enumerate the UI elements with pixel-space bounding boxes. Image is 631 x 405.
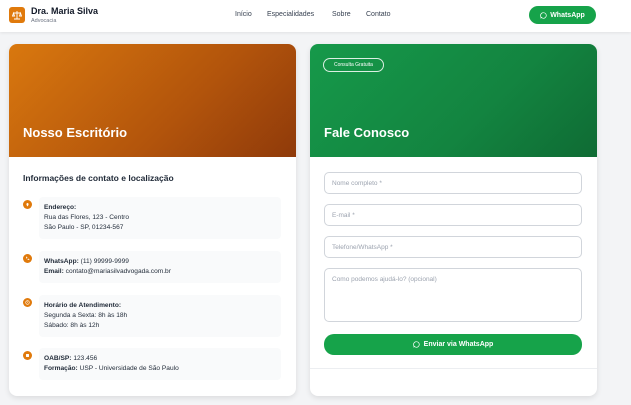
hours-saturday: Sábado: 8h às 12h bbox=[44, 322, 100, 329]
address-line-2: São Paulo - SP, 01234-567 bbox=[44, 224, 124, 231]
hours-weekdays: Segunda a Sexta: 8h às 18h bbox=[44, 312, 128, 319]
oab-number: 123.456 bbox=[73, 355, 98, 362]
whatsapp-label: WhatsApp: bbox=[44, 258, 79, 265]
scale-icon[interactable] bbox=[9, 7, 25, 23]
whatsapp-button-label: WhatsApp bbox=[550, 11, 585, 19]
nav-link-inicio[interactable]: Início bbox=[235, 11, 252, 18]
chat-icon bbox=[540, 11, 547, 19]
whatsapp-button[interactable]: WhatsApp bbox=[529, 6, 596, 24]
email-input[interactable]: E-mail * bbox=[324, 204, 582, 226]
brand-subtitle: Advocacia bbox=[31, 18, 57, 24]
phone-input[interactable]: Telefone/WhatsApp * bbox=[324, 236, 582, 258]
clock-icon bbox=[23, 298, 32, 307]
whatsapp-number[interactable]: (11) 99999-9999 bbox=[81, 258, 129, 265]
badge-icon bbox=[23, 351, 32, 360]
address-box: Endereço: Rua das Flores, 123 - Centro S… bbox=[39, 197, 281, 239]
location-icon bbox=[23, 200, 32, 209]
education-value: USP - Universidade de São Paulo bbox=[79, 365, 179, 372]
send-button-label: Enviar via WhatsApp bbox=[423, 341, 494, 348]
form-divider bbox=[310, 368, 597, 369]
address-line-1: Rua das Flores, 123 - Centro bbox=[44, 214, 130, 221]
contact-box: WhatsApp: (11) 99999-9999 Email: contato… bbox=[39, 251, 281, 283]
nav-link-sobre[interactable]: Sobre bbox=[332, 11, 351, 18]
phone-icon bbox=[23, 254, 32, 263]
chat-icon bbox=[412, 341, 420, 348]
contact-card-title: Fale Conosco bbox=[324, 125, 410, 140]
address-label: Endereço: bbox=[44, 204, 77, 211]
send-whatsapp-button[interactable]: Enviar via WhatsApp bbox=[324, 334, 582, 355]
office-card-banner: Nosso Escritório bbox=[9, 44, 296, 157]
email-label: Email: bbox=[44, 268, 64, 275]
name-input[interactable]: Nome completo * bbox=[324, 172, 582, 194]
email-address[interactable]: contato@mariasilvadvogada.com.br bbox=[66, 268, 171, 275]
message-textarea[interactable]: Como podemos ajudá-lo? (opcional) bbox=[324, 268, 582, 322]
hours-label: Horário de Atendimento: bbox=[44, 302, 122, 309]
free-consultation-badge: Consulta Gratuita bbox=[323, 58, 384, 72]
office-card: Nosso Escritório Informações de contato … bbox=[9, 44, 296, 396]
office-card-title: Nosso Escritório bbox=[23, 125, 128, 140]
nav-link-contato[interactable]: Contato bbox=[366, 11, 391, 18]
credentials-box: OAB/SP: 123.456 Formação: USP - Universi… bbox=[39, 348, 281, 380]
contact-card-banner: Consulta Gratuita Fale Conosco bbox=[310, 44, 597, 157]
info-heading: Informações de contato e localização bbox=[23, 173, 174, 183]
education-label: Formação: bbox=[44, 365, 78, 372]
hours-box: Horário de Atendimento: Segunda a Sexta:… bbox=[39, 295, 281, 337]
site-header: Dra. Maria Silva Advocacia Início Especi… bbox=[0, 0, 631, 32]
brand-name[interactable]: Dra. Maria Silva bbox=[31, 6, 98, 16]
contact-card: Consulta Gratuita Fale Conosco Nome comp… bbox=[310, 44, 597, 396]
nav-link-especialidades[interactable]: Especialidades bbox=[267, 11, 314, 18]
oab-label: OAB/SP: bbox=[44, 355, 72, 362]
